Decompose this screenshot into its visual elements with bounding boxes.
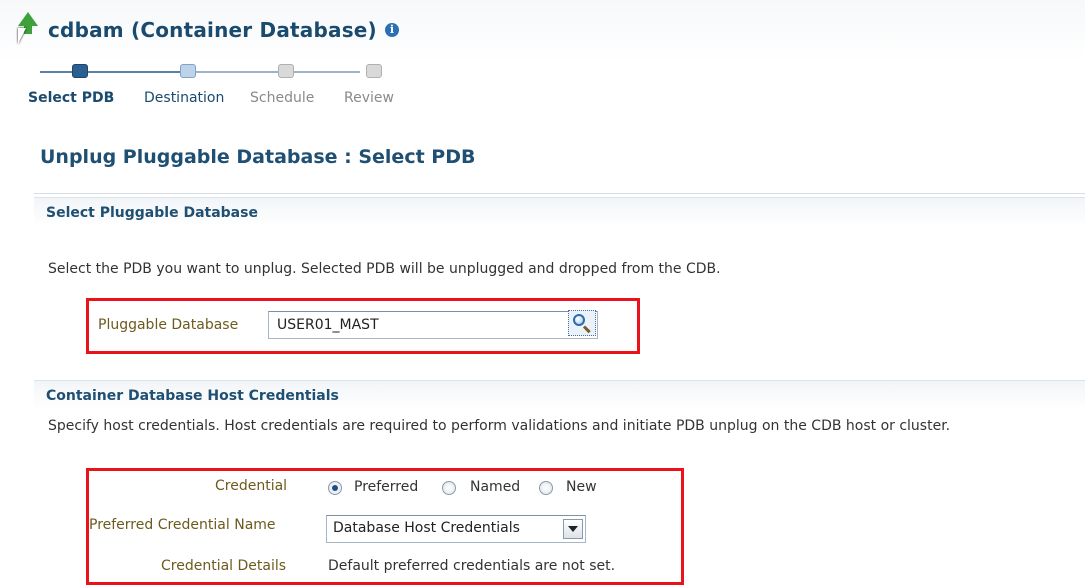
- train-label-select-pdb[interactable]: Select PDB: [28, 90, 114, 106]
- page-header: cdbam (Container Database) i: [14, 12, 399, 48]
- pluggable-database-input[interactable]: [268, 311, 598, 339]
- preferred-credential-name-value: Database Host Credentials: [333, 520, 520, 536]
- search-pdb-button[interactable]: [568, 310, 596, 336]
- database-target-icon: [14, 12, 42, 48]
- radio-named-label[interactable]: Named: [470, 479, 520, 495]
- select-pdb-description: Select the PDB you want to unplug. Selec…: [48, 261, 721, 277]
- credentials-section-title: Container Database Host Credentials: [46, 388, 339, 404]
- radio-named[interactable]: [442, 481, 456, 495]
- radio-preferred[interactable]: [328, 481, 342, 495]
- search-icon: [572, 313, 592, 334]
- preferred-credential-name-label: Preferred Credential Name: [89, 517, 276, 533]
- train-stop-schedule: [278, 64, 294, 78]
- radio-new-label[interactable]: New: [566, 479, 597, 495]
- radio-new[interactable]: [539, 481, 553, 495]
- page-heading: Unplug Pluggable Database : Select PDB: [40, 146, 476, 168]
- chevron-down-icon[interactable]: [563, 519, 583, 539]
- divider: [34, 193, 1085, 194]
- credentials-description: Specify host credentials. Host credentia…: [48, 418, 951, 434]
- train-stop-review: [366, 64, 382, 78]
- select-pdb-section-header: Select Pluggable Database: [34, 197, 1085, 227]
- pluggable-database-label: Pluggable Database: [98, 317, 239, 333]
- credentials-section-header: Container Database Host Credentials: [34, 380, 1085, 410]
- preferred-credential-name-select[interactable]: Database Host Credentials: [326, 515, 586, 543]
- info-icon[interactable]: i: [384, 23, 399, 37]
- train-stop-select-pdb[interactable]: [72, 64, 88, 78]
- select-pdb-section-title: Select Pluggable Database: [46, 205, 258, 221]
- target-title: cdbam (Container Database): [48, 18, 377, 42]
- train-label-schedule: Schedule: [250, 90, 315, 106]
- credential-details-value: Default preferred credentials are not se…: [328, 558, 616, 574]
- train-label-destination[interactable]: Destination: [144, 90, 224, 106]
- train-stop-destination[interactable]: [180, 64, 196, 78]
- wizard-train: Select PDB Destination Schedule Review: [28, 62, 428, 112]
- radio-preferred-label[interactable]: Preferred: [354, 479, 418, 495]
- credential-label: Credential: [215, 478, 288, 494]
- train-label-review: Review: [344, 90, 394, 106]
- credential-details-label: Credential Details: [161, 558, 287, 574]
